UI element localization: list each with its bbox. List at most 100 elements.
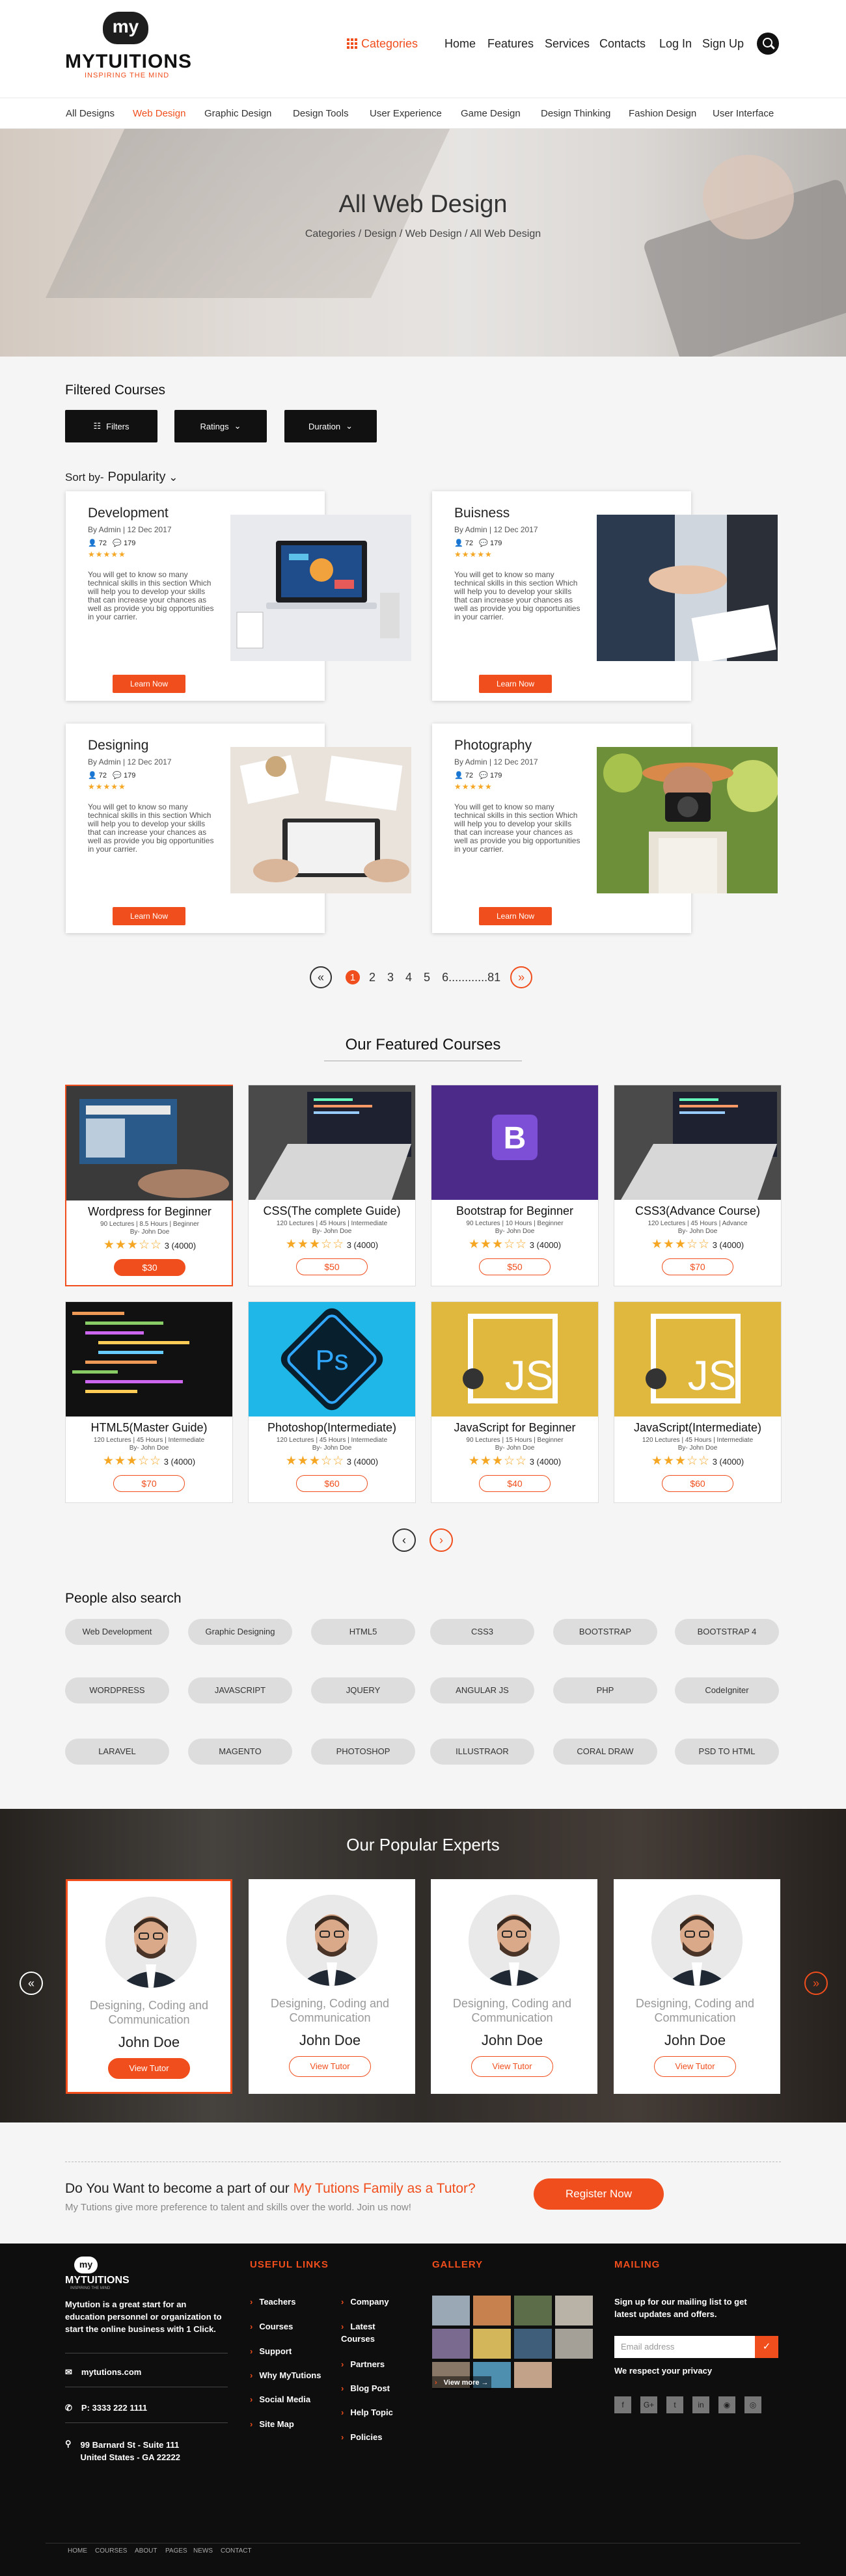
price-button[interactable]: $70	[662, 1258, 733, 1275]
submit-check-icon[interactable]: ✓	[755, 2336, 778, 2358]
ratings-dropdown[interactable]: Ratings ⌄	[174, 410, 267, 442]
footer-link[interactable]: Teachers	[250, 2296, 295, 2308]
register-now-button[interactable]: Register Now	[534, 2178, 664, 2210]
learn-now-button[interactable]: Learn Now	[479, 907, 552, 925]
course-card[interactable]: Development By Admin | 12 Dec 2017 👤 72 …	[66, 491, 411, 701]
gallery-image[interactable]	[432, 2296, 470, 2325]
view-more-link[interactable]: View more →	[432, 2376, 491, 2390]
featured-course-card[interactable]: CSS3(Advance Course) 120 Lectures | 45 H…	[614, 1085, 782, 1286]
bottom-link-about[interactable]: ABOUT	[135, 2547, 157, 2555]
subnav-graphic-design[interactable]: Graphic Design	[204, 108, 271, 119]
price-button[interactable]: $50	[479, 1258, 551, 1275]
featured-prev-icon[interactable]: ‹	[392, 1528, 416, 1552]
page-6[interactable]: 6	[442, 971, 448, 984]
subnav-design-thinking[interactable]: Design Thinking	[541, 108, 610, 119]
search-tag[interactable]: CSS3	[430, 1619, 534, 1645]
course-card[interactable]: Designing By Admin | 12 Dec 2017 👤 72 💬 …	[66, 724, 411, 933]
nav-home[interactable]: Home	[444, 34, 476, 53]
footer-link[interactable]: Company	[341, 2296, 389, 2308]
featured-course-card[interactable]: JS JavaScript(Intermediate) 120 Lectures…	[614, 1301, 782, 1503]
view-tutor-button[interactable]: View Tutor	[654, 2056, 736, 2077]
gallery-image[interactable]	[473, 2296, 511, 2325]
gallery-image[interactable]	[432, 2329, 470, 2359]
search-tag[interactable]: ANGULAR JS	[430, 1677, 534, 1703]
learn-now-button[interactable]: Learn Now	[113, 907, 185, 925]
view-tutor-button[interactable]: View Tutor	[471, 2056, 553, 2077]
price-button[interactable]: $50	[296, 1258, 368, 1275]
page-81[interactable]: 81	[487, 971, 500, 984]
dribbble-icon[interactable]: ◎	[744, 2396, 761, 2413]
featured-next-icon[interactable]: ›	[430, 1528, 453, 1552]
search-tag[interactable]: BOOTSTRAP	[553, 1619, 657, 1645]
logo-text[interactable]: MYTUITIONS	[65, 51, 192, 73]
bottom-link-news[interactable]: NEWS	[193, 2547, 213, 2555]
search-tag[interactable]: Web Development	[65, 1619, 169, 1645]
search-tag[interactable]: ILLUSTRAOR	[430, 1739, 534, 1765]
expert-card[interactable]: Designing, Coding and Communication John…	[249, 1879, 415, 2094]
sort-by[interactable]: Sort by- Popularity ⌄	[65, 470, 178, 485]
subnav-all-designs[interactable]: All Designs	[66, 108, 115, 119]
price-button[interactable]: $60	[662, 1475, 733, 1492]
footer-link[interactable]: Help Topic	[341, 2406, 392, 2419]
view-tutor-button[interactable]: View Tutor	[289, 2056, 371, 2077]
subnav-user-interface[interactable]: User Interface	[713, 108, 774, 119]
footer-logo-mark[interactable]: my	[74, 2257, 98, 2273]
nav-login[interactable]: Log In	[659, 34, 692, 53]
footer-link[interactable]: Policies	[341, 2431, 382, 2443]
search-tag[interactable]: PSD TO HTML	[675, 1739, 779, 1765]
subnav-user-experience[interactable]: User Experience	[370, 108, 442, 119]
subnav-web-design[interactable]: Web Design	[133, 108, 185, 119]
page-1[interactable]: 1	[346, 970, 360, 984]
categories-menu[interactable]: Categories	[347, 34, 418, 53]
linkedin-icon[interactable]: in	[692, 2396, 709, 2413]
logo-mark[interactable]: my	[103, 12, 152, 44]
twitter-icon[interactable]: t	[666, 2396, 683, 2413]
search-tag[interactable]: CodeIgniter	[675, 1677, 779, 1703]
search-tag[interactable]: MAGENTO	[188, 1739, 292, 1765]
footer-link[interactable]: Site Map	[250, 2418, 293, 2430]
search-tag[interactable]: JQUERY	[311, 1677, 415, 1703]
page-3[interactable]: 3	[387, 971, 394, 984]
price-button[interactable]: $60	[296, 1475, 368, 1492]
featured-course-card[interactable]: CSS(The complete Guide) 120 Lectures | 4…	[248, 1085, 416, 1286]
search-tag[interactable]: BOOTSTRAP 4	[675, 1619, 779, 1645]
price-button[interactable]: $30	[114, 1259, 185, 1276]
footer-website[interactable]: ✉ mytutions.com	[65, 2367, 141, 2378]
learn-now-button[interactable]: Learn Now	[113, 675, 185, 693]
facebook-icon[interactable]: f	[614, 2396, 631, 2413]
gallery-image[interactable]	[514, 2329, 552, 2359]
footer-link[interactable]: Social Media	[250, 2393, 310, 2406]
view-tutor-button[interactable]: View Tutor	[108, 2058, 190, 2079]
featured-course-card[interactable]: Wordpress for Beginner 90 Lectures | 8.5…	[65, 1085, 233, 1286]
course-card[interactable]: Photography By Admin | 12 Dec 2017 👤 72 …	[432, 724, 779, 933]
google-plus-icon[interactable]: G+	[640, 2396, 657, 2413]
search-tag[interactable]: PHOTOSHOP	[311, 1739, 415, 1765]
gallery-image[interactable]	[473, 2329, 511, 2359]
bottom-link-courses[interactable]: COURSES	[95, 2547, 127, 2555]
bottom-link-contact[interactable]: CONTACT	[221, 2547, 252, 2555]
footer-link[interactable]: Courses	[250, 2320, 293, 2333]
search-tag[interactable]: Graphic Designing	[188, 1619, 292, 1645]
expert-card[interactable]: Designing, Coding and Communication John…	[431, 1879, 597, 2094]
nav-features[interactable]: Features	[487, 34, 534, 53]
footer-link[interactable]: Why MyTutions	[250, 2369, 321, 2381]
footer-link[interactable]: Latest Courses	[341, 2320, 400, 2345]
search-tag[interactable]: JAVASCRIPT	[188, 1677, 292, 1703]
footer-link[interactable]: Blog Post	[341, 2382, 390, 2394]
footer-logo-text[interactable]: MYTUITIONS	[65, 2275, 130, 2286]
instagram-icon[interactable]: ◉	[718, 2396, 735, 2413]
page-4[interactable]: 4	[405, 971, 412, 984]
search-tag[interactable]: CORAL DRAW	[553, 1739, 657, 1765]
search-tag[interactable]: HTML5	[311, 1619, 415, 1645]
duration-dropdown[interactable]: Duration ⌄	[284, 410, 377, 442]
gallery-image[interactable]	[555, 2296, 593, 2325]
search-tag[interactable]: LARAVEL	[65, 1739, 169, 1765]
subnav-fashion-design[interactable]: Fashion Design	[629, 108, 696, 119]
experts-next-icon[interactable]: »	[804, 1972, 828, 1995]
experts-prev-icon[interactable]: «	[20, 1972, 43, 1995]
subnav-design-tools[interactable]: Design Tools	[293, 108, 349, 119]
featured-course-card[interactable]: Ps Photoshop(Intermediate) 120 Lectures …	[248, 1301, 416, 1503]
featured-course-card[interactable]: JS JavaScript for Beginner 90 Lectures |…	[431, 1301, 599, 1503]
featured-course-card[interactable]: B Bootstrap for Beginner 90 Lectures | 1…	[431, 1085, 599, 1286]
learn-now-button[interactable]: Learn Now	[479, 675, 552, 693]
